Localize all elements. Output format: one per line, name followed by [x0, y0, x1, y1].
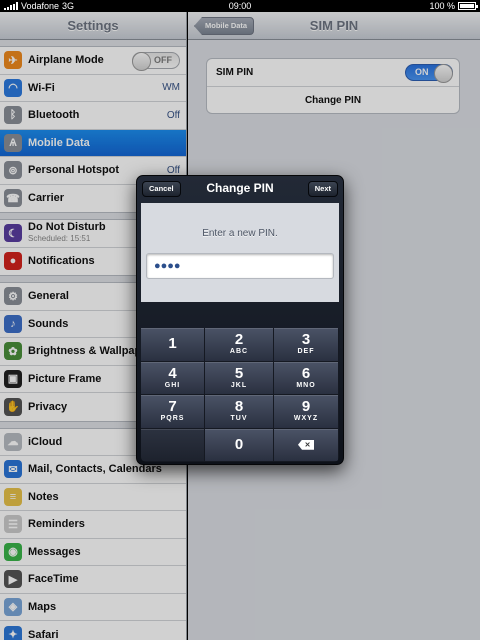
next-button[interactable]: Next [307, 181, 338, 197]
key-5[interactable]: 5 JKL [205, 361, 274, 395]
key-digit: 6 [301, 364, 311, 382]
status-time: 09:00 [228, 1, 252, 11]
key-0[interactable]: 0 [205, 428, 274, 462]
key-digit: 5 [234, 364, 244, 382]
dialog-header: Cancel Change PIN Next [137, 176, 343, 201]
status-right: 100 % [429, 0, 478, 12]
key-1[interactable]: 1 [141, 328, 205, 362]
status-bar: Vodafone 3G 09:00 100 % [0, 0, 480, 12]
backspace-icon: ✕ [298, 439, 314, 450]
key-digit: 8 [234, 398, 244, 416]
key-letters: GHI [164, 381, 181, 389]
key-delete[interactable]: ✕ [274, 428, 339, 462]
key-digit: 4 [168, 364, 177, 382]
key-3[interactable]: 3 DEF [274, 328, 339, 362]
numeric-keypad: 1 2 ABC 3 DEF 4 GHI 5 JKL 6 MNO 7 PQRS 8 TUV 9 WXYZ 0 ✕ [141, 328, 339, 462]
key-digit: 0 [234, 435, 244, 453]
key-digit: 7 [168, 398, 177, 416]
key-letters: WXYZ [293, 415, 319, 423]
key-digit: 1 [168, 335, 177, 353]
pin-input[interactable]: ●●●● [146, 253, 334, 279]
key-digit: 3 [301, 331, 311, 349]
key-letters: TUV [230, 415, 248, 423]
key-blank [141, 428, 205, 462]
key-9[interactable]: 9 WXYZ [274, 395, 339, 429]
change-pin-dialog: Cancel Change PIN Next Enter a new PIN. … [136, 175, 344, 465]
pin-prompt: Enter a new PIN. [202, 228, 278, 239]
key-4[interactable]: 4 GHI [141, 361, 205, 395]
key-2[interactable]: 2 ABC [205, 328, 274, 362]
key-digit: 2 [234, 331, 244, 349]
battery-percent: 100 % [429, 1, 455, 11]
key-letters: ABC [229, 348, 249, 356]
battery-icon [458, 2, 478, 10]
key-letters: DEF [297, 348, 315, 356]
key-letters: JKL [230, 381, 248, 389]
key-7[interactable]: 7 PQRS [141, 395, 205, 429]
key-letters: PQRS [160, 415, 185, 423]
key-6[interactable]: 6 MNO [274, 361, 339, 395]
dialog-body: Enter a new PIN. ●●●● [141, 203, 339, 302]
key-digit: 9 [301, 398, 311, 416]
key-letters: MNO [296, 381, 316, 389]
key-8[interactable]: 8 TUV [205, 395, 274, 429]
